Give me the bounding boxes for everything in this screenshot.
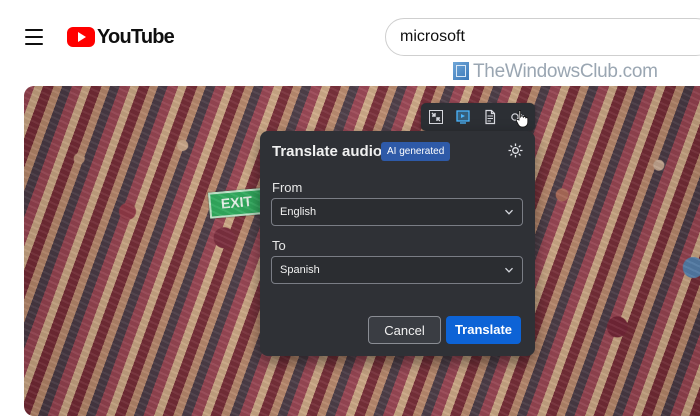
- screen-icon[interactable]: [452, 107, 474, 127]
- to-label: To: [272, 238, 286, 253]
- collapse-icon[interactable]: [425, 107, 447, 127]
- youtube-logo-icon[interactable]: [67, 27, 95, 47]
- hamburger-line: [25, 29, 43, 31]
- document-icon[interactable]: [479, 107, 501, 127]
- gear-icon[interactable]: [507, 142, 524, 159]
- from-language-select[interactable]: English: [271, 198, 523, 226]
- windows-club-icon: [453, 62, 469, 80]
- hamburger-line: [25, 36, 43, 38]
- hamburger-icon[interactable]: [25, 29, 43, 45]
- from-label: From: [272, 180, 303, 195]
- watermark-text: TheWindowsClub.com: [473, 61, 658, 82]
- search-input[interactable]: microsoft: [385, 18, 700, 56]
- ai-generated-badge: AI generated: [381, 142, 451, 161]
- chevron-down-icon: [505, 267, 513, 273]
- from-language-value: English: [280, 206, 317, 218]
- to-language-select[interactable]: Spanish: [271, 256, 523, 284]
- hand-cursor-icon: [515, 110, 529, 128]
- top-bar: YouTube microsoft TheWindowsClub.com: [0, 0, 700, 82]
- translate-audio-dialog: Translate audio AI generated From Englis…: [260, 131, 535, 356]
- cancel-button[interactable]: Cancel: [368, 316, 441, 344]
- exit-sign-text: EXIT: [220, 192, 253, 212]
- dialog-title: Translate audio: [272, 143, 383, 160]
- hamburger-line: [25, 43, 43, 45]
- chevron-down-icon: [505, 209, 513, 215]
- to-language-value: Spanish: [280, 264, 320, 276]
- search-value: microsoft: [400, 28, 465, 45]
- translate-button[interactable]: Translate: [446, 316, 521, 344]
- youtube-brand[interactable]: YouTube: [97, 26, 175, 49]
- watermark: TheWindowsClub.com: [453, 61, 658, 83]
